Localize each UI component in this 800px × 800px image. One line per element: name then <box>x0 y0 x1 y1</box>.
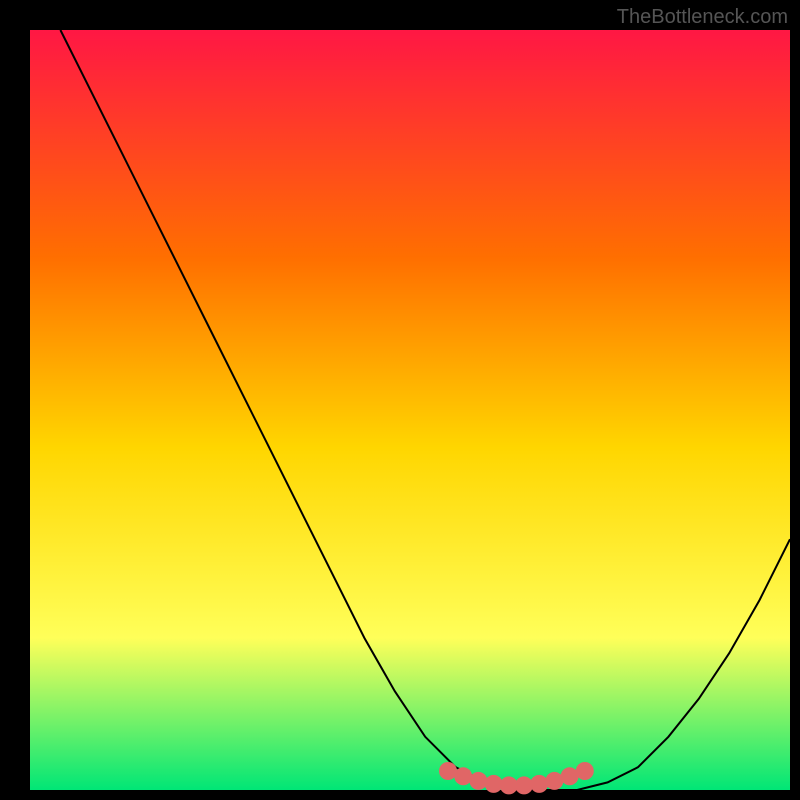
plot-background <box>30 30 790 790</box>
highlight-dot <box>576 762 594 780</box>
chart-container: TheBottleneck.com <box>0 0 800 800</box>
highlight-dot <box>530 775 548 793</box>
chart-svg <box>0 0 800 800</box>
highlight-dot <box>515 776 533 794</box>
highlight-dot <box>545 772 563 790</box>
highlight-dot <box>485 775 503 793</box>
highlight-dot <box>469 772 487 790</box>
watermark-text: TheBottleneck.com <box>617 6 788 29</box>
highlight-dot <box>454 767 472 785</box>
